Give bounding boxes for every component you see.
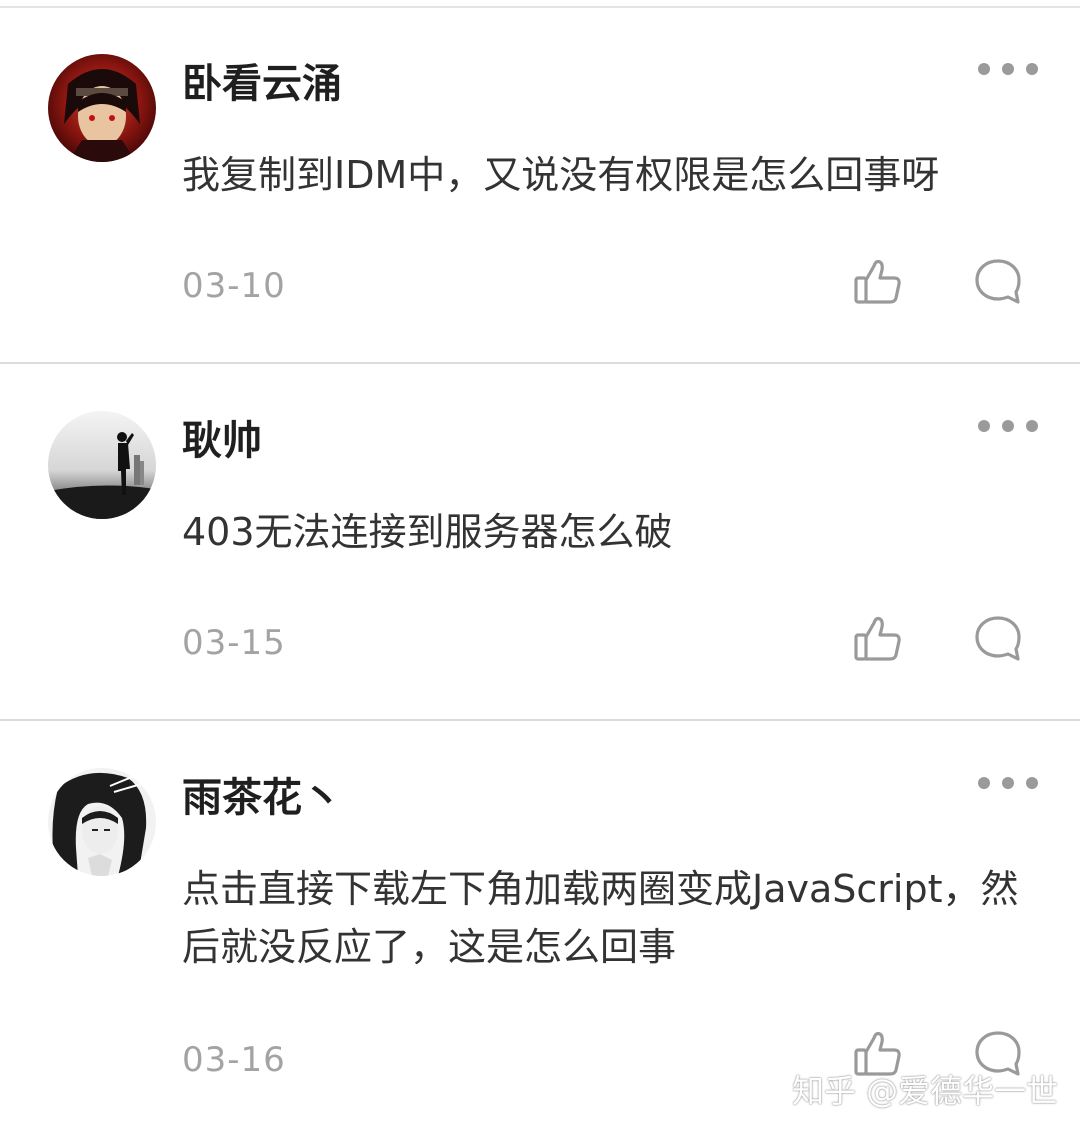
comment-item: 耿帅 403无法连接到服务器怎么破 03-15 <box>0 365 1080 721</box>
more-dot <box>1002 63 1014 75</box>
comment-bubble-icon[interactable] <box>972 256 1024 308</box>
author-name[interactable]: 耿帅 <box>182 415 262 467</box>
comment-date: 03-10 <box>182 266 286 306</box>
watermark: 知乎 @爱德华一世 <box>792 1072 1059 1110</box>
divider <box>0 362 1080 364</box>
comment-bubble-icon[interactable] <box>972 613 1024 665</box>
comment-text: 我复制到IDM中，又说没有权限是怎么回事呀 <box>182 153 940 197</box>
comment-text: 403无法连接到服务器怎么破 <box>182 510 673 554</box>
comment-text: 点击直接下载左下角加载两圈变成JavaScript，然后就没反应了，这是怎么回事 <box>182 867 1019 969</box>
more-options-icon[interactable] <box>978 768 1038 798</box>
more-dot <box>1002 777 1014 789</box>
more-dot <box>1026 420 1038 432</box>
author-name[interactable]: 卧看云涌 <box>182 58 342 110</box>
thumbs-up-icon[interactable] <box>852 256 904 308</box>
comment-date: 03-16 <box>182 1040 286 1080</box>
avatar[interactable] <box>48 411 156 519</box>
more-dot <box>1026 777 1038 789</box>
more-dot <box>1002 420 1014 432</box>
avatar[interactable] <box>48 768 156 876</box>
more-dot <box>978 777 990 789</box>
more-options-icon[interactable] <box>978 411 1038 441</box>
more-dot <box>1026 63 1038 75</box>
author-name[interactable]: 雨茶花丶 <box>182 772 342 824</box>
avatar[interactable] <box>48 54 156 162</box>
comment-date: 03-15 <box>182 623 286 663</box>
more-dot <box>978 420 990 432</box>
comment-item: 卧看云涌 我复制到IDM中，又说没有权限是怎么回事呀 03-10 <box>0 8 1080 364</box>
more-dot <box>978 63 990 75</box>
divider <box>0 719 1080 721</box>
more-options-icon[interactable] <box>978 54 1038 84</box>
thumbs-up-icon[interactable] <box>852 613 904 665</box>
